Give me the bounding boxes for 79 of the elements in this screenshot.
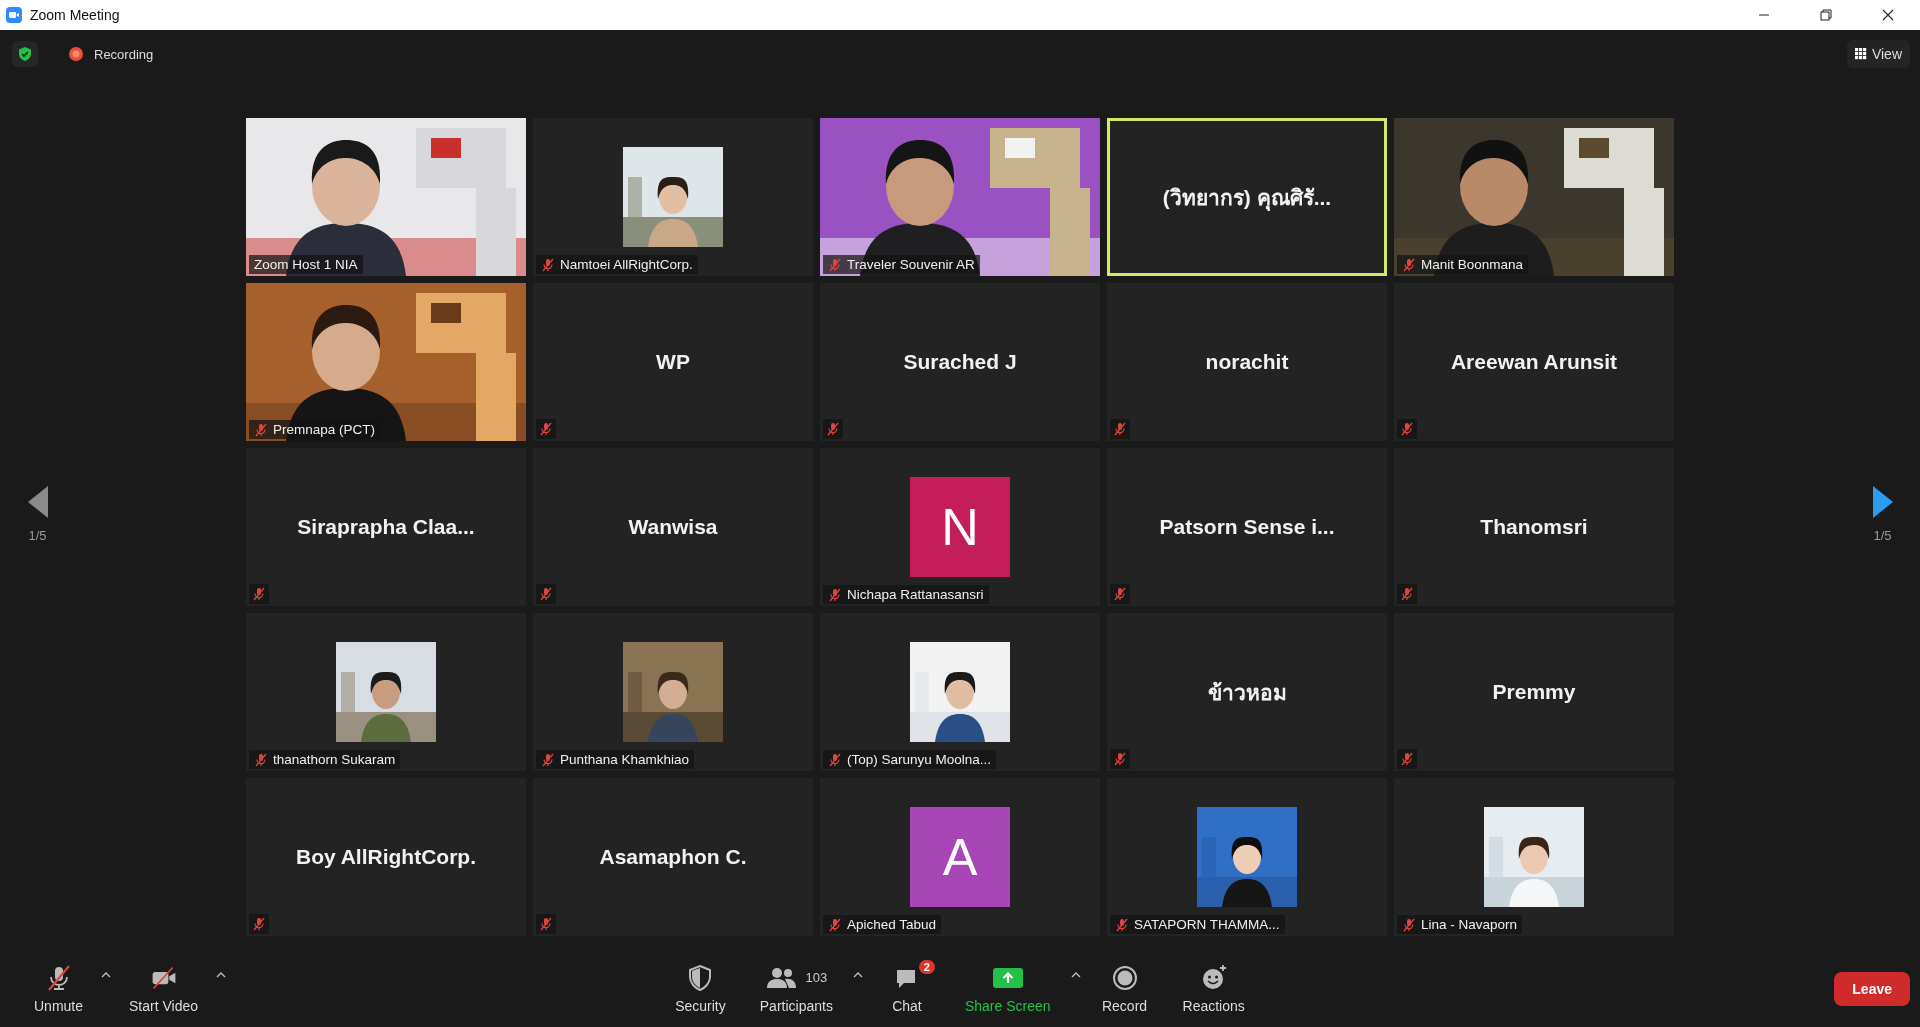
- participant-name: Manit Boonmana: [1421, 257, 1524, 272]
- participant-name: Namtoei AllRightCorp.: [560, 257, 693, 272]
- leave-button[interactable]: Leave: [1834, 971, 1910, 1006]
- video-tile[interactable]: Premmy: [1394, 613, 1674, 771]
- chat-button[interactable]: 2 Chat: [868, 959, 945, 1018]
- participant-name: Surached J: [903, 350, 1017, 374]
- participant-name: norachit: [1205, 350, 1289, 374]
- video-tile[interactable]: Manit Boonmana: [1394, 118, 1674, 276]
- record-icon: [1110, 963, 1139, 992]
- video-tile[interactable]: SATAPORN THAMMA...: [1107, 778, 1387, 936]
- recording-label: Recording: [94, 46, 154, 62]
- participant-name: thanathorn Sukaram: [273, 752, 396, 767]
- participants-button[interactable]: 103 Participants: [745, 959, 847, 1018]
- video-tile[interactable]: Boy AllRightCorp.: [246, 778, 526, 936]
- page-indicator: 1/5: [28, 527, 47, 543]
- video-tile[interactable]: Asamaphon C.: [533, 778, 813, 936]
- restore-icon[interactable]: [1820, 9, 1832, 21]
- video-tile[interactable]: WP: [533, 283, 813, 441]
- record-button[interactable]: Record: [1086, 959, 1163, 1018]
- video-tile[interactable]: N Nichapa Rattanasansri: [820, 448, 1100, 606]
- security-button[interactable]: Security: [661, 959, 740, 1018]
- participant-name: Nichapa Rattanasansri: [847, 587, 984, 602]
- app-logo-icon: [6, 7, 22, 23]
- participant-name: Asamaphon C.: [599, 845, 747, 869]
- video-tile[interactable]: Patsorn Sense i...: [1107, 448, 1387, 606]
- video-tile[interactable]: Siraprapha Claa...: [246, 448, 526, 606]
- video-tile[interactable]: ข้าวหอม: [1107, 613, 1387, 771]
- avatar: A: [910, 807, 1010, 907]
- participant-name: Traveler Souvenir AR: [847, 257, 975, 272]
- mic-button[interactable]: Unmute: [20, 959, 98, 1018]
- participant-name: Boy AllRightCorp.: [295, 845, 476, 869]
- video-tile[interactable]: A Apiched Tabud: [820, 778, 1100, 936]
- caret-icon[interactable]: [1070, 971, 1081, 978]
- participant-name: SATAPORN THAMMA...: [1134, 917, 1280, 932]
- participant-name: Patsorn Sense i...: [1159, 515, 1335, 539]
- video-tile[interactable]: Wanwisa: [533, 448, 813, 606]
- share-button[interactable]: Share Screen: [950, 959, 1065, 1018]
- unread-badge: 2: [918, 959, 935, 974]
- video-tile[interactable]: Surached J: [820, 283, 1100, 441]
- video-tile[interactable]: (Top) Sarunyu Moolna...: [820, 613, 1100, 771]
- participant-name: ข้าวหอม: [1207, 679, 1287, 706]
- view-button[interactable]: View: [1846, 40, 1910, 68]
- next-page-icon[interactable]: [1872, 485, 1893, 518]
- video-tile[interactable]: Premnapa (PCT): [246, 283, 526, 441]
- video-tile[interactable]: Areewan Arunsit: [1394, 283, 1674, 441]
- participant-name: Punthana Khamkhiao: [560, 752, 690, 767]
- reactions-button[interactable]: Reactions: [1168, 959, 1259, 1018]
- video-tile[interactable]: norachit: [1107, 283, 1387, 441]
- caret-icon[interactable]: [101, 971, 112, 978]
- participant-name: (Top) Sarunyu Moolna...: [847, 752, 992, 767]
- caret-icon[interactable]: [216, 971, 227, 978]
- video-tile[interactable]: Punthana Khamkhiao: [533, 613, 813, 771]
- camera-button[interactable]: Start Video: [115, 959, 213, 1018]
- video-tile[interactable]: (วิทยากร) คุณศิรั...: [1107, 118, 1387, 276]
- close-icon[interactable]: [1882, 9, 1894, 21]
- video-tile[interactable]: Namtoei AllRightCorp.: [533, 118, 813, 276]
- avatar: N: [910, 477, 1010, 577]
- video-tile[interactable]: Thanomsri: [1394, 448, 1674, 606]
- video-tile[interactable]: Zoom Host 1 NIA: [246, 118, 526, 276]
- participant-name: Premmy: [1492, 680, 1576, 704]
- security-status-icon[interactable]: [12, 41, 38, 67]
- recording-icon: [68, 46, 84, 62]
- participant-name: Lina - Navaporn: [1421, 917, 1518, 932]
- window-title: Zoom Meeting: [30, 7, 120, 23]
- grid-icon: [1854, 48, 1867, 60]
- participant-name: Thanomsri: [1480, 515, 1588, 539]
- video-tile[interactable]: Traveler Souvenir AR: [820, 118, 1100, 276]
- participant-name: Wanwisa: [628, 515, 718, 539]
- participant-name: Areewan Arunsit: [1450, 350, 1618, 374]
- participant-name: (วิทยากร) คุณศิรั...: [1162, 184, 1332, 213]
- participant-name: WP: [656, 350, 690, 374]
- caret-icon[interactable]: [852, 971, 863, 978]
- participant-name: Zoom Host 1 NIA: [254, 257, 358, 272]
- participant-name: Siraprapha Claa...: [297, 515, 475, 539]
- page-indicator: 1/5: [1873, 527, 1892, 543]
- participant-name: Premnapa (PCT): [273, 422, 376, 437]
- video-tile[interactable]: Lina - Navaporn: [1394, 778, 1674, 936]
- video-tile[interactable]: thanathorn Sukaram: [246, 613, 526, 771]
- participant-name: Apiched Tabud: [847, 917, 937, 932]
